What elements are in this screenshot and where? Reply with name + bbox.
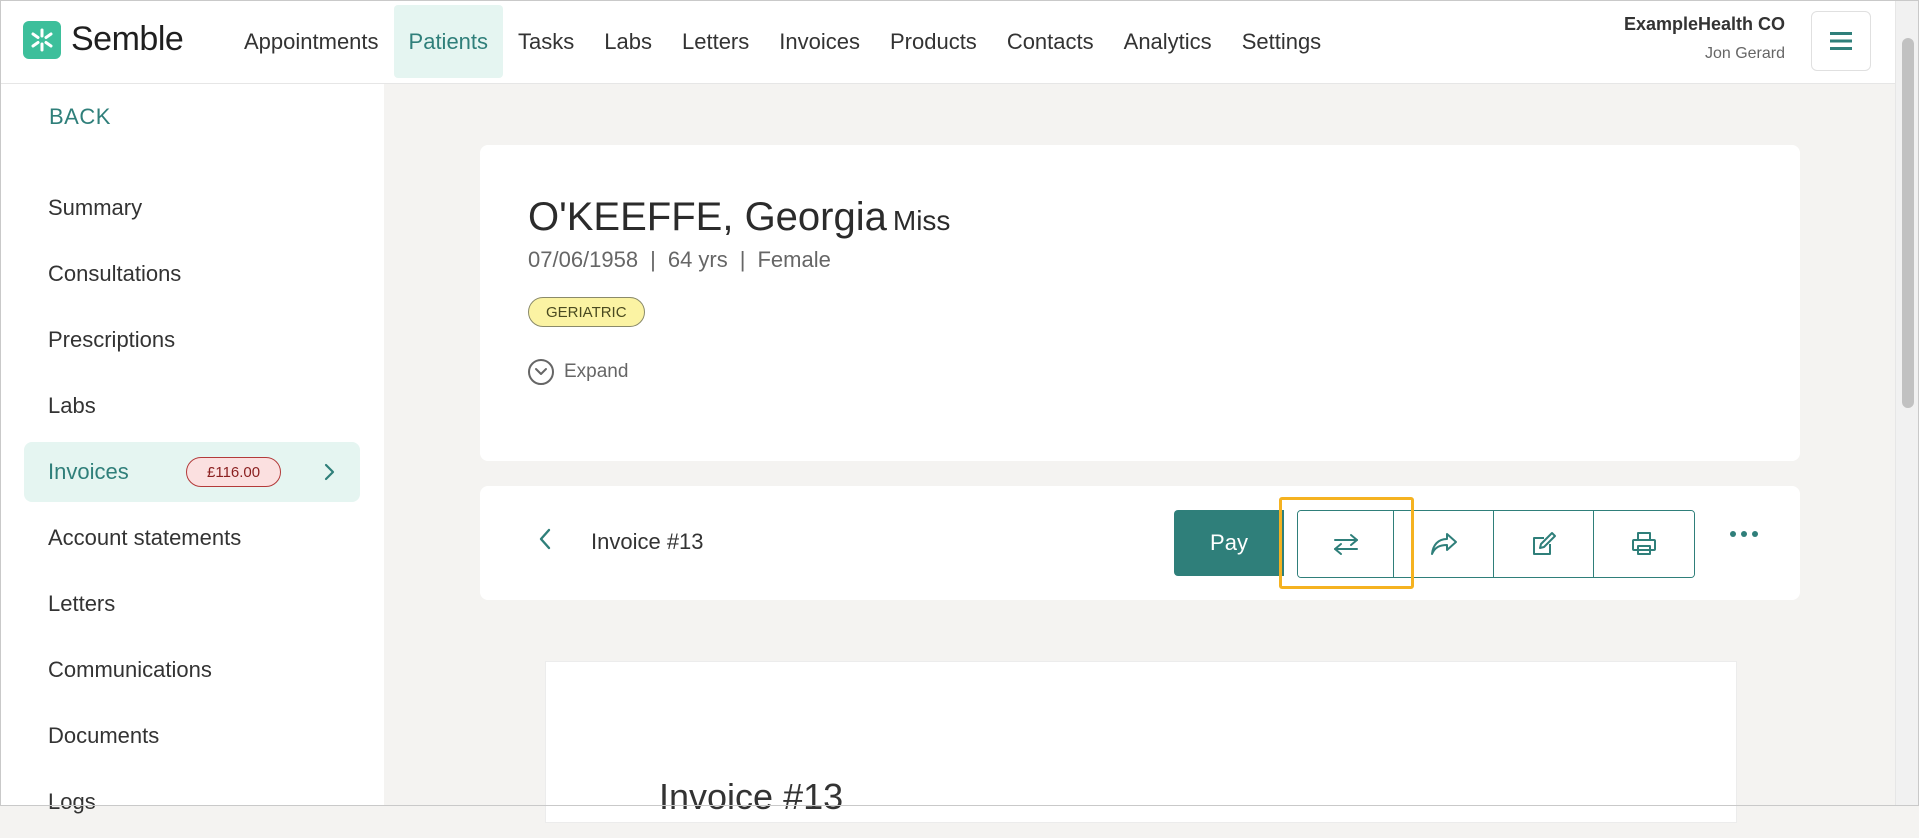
balance-badge: £116.00	[186, 457, 282, 487]
sidebar-item-label: Communications	[48, 657, 212, 682]
separator: |	[739, 247, 746, 272]
nav-contacts[interactable]: Contacts	[992, 0, 1109, 83]
invoice-preview: Invoice #13	[545, 661, 1737, 823]
semble-logo[interactable]: Semble	[23, 20, 184, 59]
nav-tasks[interactable]: Tasks	[503, 0, 589, 83]
chevron-left-icon[interactable]	[538, 527, 552, 551]
sidebar-item-letters[interactable]: Letters	[24, 574, 360, 634]
print-button[interactable]	[1594, 511, 1694, 577]
more-icon	[1741, 531, 1747, 537]
more-icon	[1730, 531, 1736, 537]
nav-appointments[interactable]: Appointments	[229, 0, 394, 83]
patient-title: Miss	[892, 205, 951, 236]
menu-button[interactable]	[1811, 11, 1871, 71]
nav-labs[interactable]: Labs	[589, 0, 667, 83]
sidebar-item-label: Summary	[48, 195, 143, 220]
nav-products[interactable]: Products	[875, 0, 992, 83]
patient-meta: 07/06/1958 | 64 yrs | Female	[528, 247, 831, 273]
nav-settings[interactable]: Settings	[1227, 0, 1337, 83]
invoice-title: Invoice #13	[591, 529, 704, 554]
user-name: Jon Gerard	[1704, 45, 1785, 62]
scrollbar-thumb[interactable]	[1902, 38, 1914, 408]
sidebar-item-label: Labs	[48, 393, 96, 418]
menu-icon	[1830, 32, 1852, 50]
nav-patients[interactable]: Patients	[393, 5, 504, 78]
patient-name-row: O'KEEFFE, Georgia Miss	[528, 195, 950, 240]
sidebar-item-label: Documents	[48, 723, 160, 748]
sidebar-item-prescriptions[interactable]: Prescriptions	[24, 310, 360, 370]
org-info[interactable]: ExampleHealth CO Jon Gerard	[1624, 14, 1785, 63]
patient-sex: Female	[757, 247, 831, 272]
logo-mark-icon	[23, 20, 61, 59]
chevron-down-icon	[528, 359, 554, 385]
nav-invoices[interactable]: Invoices	[764, 0, 875, 83]
sidebar-item-label: Account statements	[48, 525, 242, 550]
brand-name: Semble	[71, 20, 184, 58]
pay-button[interactable]: Pay	[1174, 510, 1284, 576]
invoice-preview-title: Invoice #13	[659, 776, 844, 817]
main-nav: Appointments Patients Tasks Labs Letters…	[229, 0, 1336, 83]
patient-name: O'KEEFFE, Georgia	[528, 195, 887, 239]
patient-tag: GERIATRIC	[528, 297, 645, 327]
sidebar-item-invoices[interactable]: Invoices £116.00	[24, 442, 360, 502]
sidebar-item-label: Logs	[48, 789, 96, 814]
edit-icon	[1532, 532, 1556, 555]
sidebar-item-logs[interactable]: Logs	[24, 772, 360, 832]
back-link[interactable]: BACK	[49, 104, 111, 130]
patient-dob: 07/06/1958	[528, 247, 639, 272]
nav-letters[interactable]: Letters	[667, 0, 764, 83]
sidebar-item-labs[interactable]: Labs	[24, 376, 360, 436]
expand-label: Expand	[564, 361, 629, 382]
invoice-toolbar: Invoice #13 Pay	[480, 486, 1800, 600]
patient-sidebar: BACK Summary Consultations Prescriptions…	[0, 84, 384, 814]
sidebar-item-label: Invoices	[48, 459, 129, 484]
sidebar-list: Summary Consultations Prescriptions Labs…	[24, 178, 360, 838]
focus-highlight	[1279, 497, 1414, 589]
sidebar-item-consultations[interactable]: Consultations	[24, 244, 360, 304]
nav-analytics[interactable]: Analytics	[1109, 0, 1227, 83]
sidebar-item-communications[interactable]: Communications	[24, 640, 360, 700]
org-name: ExampleHealth CO	[1623, 14, 1785, 34]
sidebar-item-label: Consultations	[48, 261, 182, 286]
page-scrollbar[interactable]	[1895, 0, 1919, 806]
more-button[interactable]	[1730, 531, 1758, 537]
patient-age: 64 yrs	[667, 247, 728, 272]
print-icon	[1632, 532, 1656, 555]
separator: |	[650, 247, 656, 272]
expand-toggle[interactable]: Expand	[528, 359, 628, 385]
edit-button[interactable]	[1494, 511, 1594, 577]
sidebar-item-account-statements[interactable]: Account statements	[24, 508, 360, 568]
share-icon	[1430, 533, 1457, 555]
sidebar-item-summary[interactable]: Summary	[24, 178, 360, 238]
sidebar-item-label: Prescriptions	[48, 327, 176, 352]
top-bar: Semble Appointments Patients Tasks Labs …	[0, 0, 1895, 84]
sidebar-item-label: Letters	[48, 591, 116, 616]
more-icon	[1752, 531, 1758, 537]
patient-card: O'KEEFFE, Georgia Miss 07/06/1958 | 64 yrs |…	[480, 145, 1800, 461]
sidebar-item-documents[interactable]: Documents	[24, 706, 360, 766]
chevron-right-icon	[324, 463, 335, 481]
